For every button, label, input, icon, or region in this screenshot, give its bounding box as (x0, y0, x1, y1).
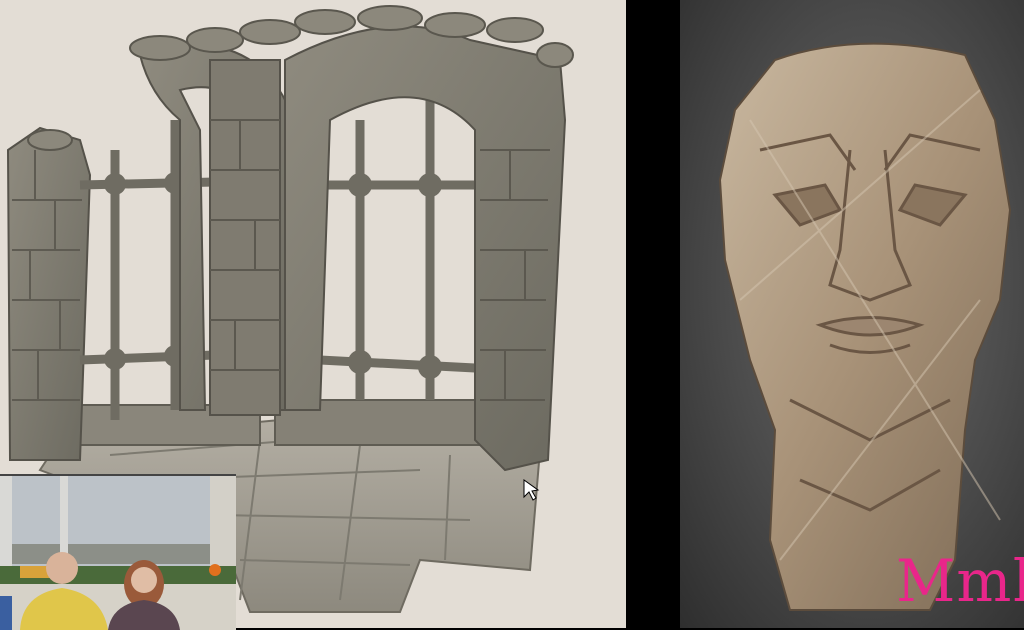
left-broken-pillar (6, 126, 92, 461)
black-separator (626, 0, 680, 628)
central-stone-pillar (209, 59, 281, 416)
head-render-viewport (680, 0, 1024, 628)
subtitle-caption: Mmh (896, 547, 1024, 615)
right-window-grate (319, 95, 476, 400)
sculpted-head-model (718, 42, 1012, 611)
webcam-scene (0, 476, 236, 630)
presenter-webcam-overlay (0, 474, 236, 630)
